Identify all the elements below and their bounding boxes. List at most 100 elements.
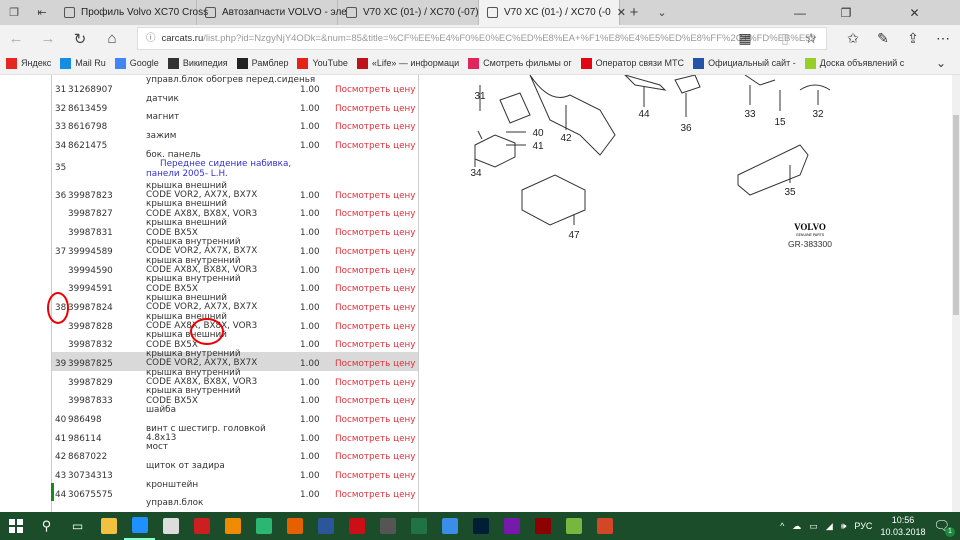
favorite-item[interactable]: Википедия	[167, 57, 228, 69]
favorite-star-icon[interactable]: ☆	[796, 25, 826, 52]
firefox-icon[interactable]	[279, 512, 310, 540]
view-price-link[interactable]: Посмотреть цену	[335, 471, 415, 481]
item-number: 39	[55, 358, 67, 369]
system-tray: ^ ☁ ▭ ◢ 🕪 РУС 10:56 10.03.2018 🗨 1	[780, 512, 960, 540]
tab-preview-chevron-icon[interactable]: ⌄	[648, 0, 676, 25]
view-price-link[interactable]: Посмотреть цену	[335, 490, 415, 500]
tab-1[interactable]: Профиль Volvo XC70 Cross	[56, 0, 208, 25]
address-bar[interactable]: ⓘ carcats.ru/list.php?id=NzgyNjY4ODk=&nu…	[137, 27, 827, 50]
word-icon[interactable]	[310, 512, 341, 540]
favorite-item[interactable]: Доска объявлений с	[804, 57, 904, 69]
item-number: 40	[55, 415, 67, 425]
view-price-link[interactable]: Посмотреть цену	[335, 228, 415, 238]
favorite-item[interactable]: Яндекс	[6, 57, 51, 69]
mail-icon[interactable]	[155, 512, 186, 540]
view-price-link[interactable]: Посмотреть цену	[335, 340, 415, 350]
qr-code-icon[interactable]: ▦	[730, 25, 760, 52]
favorite-item[interactable]: «Life» — информаци	[356, 57, 459, 69]
tab-3[interactable]: V70 XC (01-) / XC70 (-07), 2	[338, 0, 490, 25]
onenote-icon[interactable]	[496, 512, 527, 540]
view-price-link[interactable]: Посмотреть цену	[335, 122, 415, 132]
description-text: крышка внутренний	[146, 236, 241, 247]
opera-icon[interactable]	[341, 512, 372, 540]
edge-icon[interactable]	[124, 512, 155, 540]
search-icon[interactable]: ⚲	[31, 512, 62, 540]
view-price-link[interactable]: Посмотреть цену	[335, 434, 415, 444]
part-description: крышка внутренний CODE AX8X, BX8X, VOR3	[146, 368, 257, 388]
scrollbar[interactable]	[952, 75, 960, 512]
droplet-icon[interactable]	[434, 512, 465, 540]
more-menu-icon[interactable]: ⋯	[928, 25, 958, 52]
description-text: крышка внутренний	[146, 255, 241, 266]
acrobat-icon[interactable]	[186, 512, 217, 540]
show-hidden-icons[interactable]: ^	[780, 521, 784, 531]
view-price-link[interactable]: Посмотреть цену	[335, 396, 415, 406]
quantity: 1.00	[300, 321, 320, 332]
view-price-link[interactable]: Посмотреть цену	[335, 266, 415, 276]
view-price-link[interactable]: Посмотреть цену	[335, 415, 415, 425]
view-price-link[interactable]: Посмотреть цену	[335, 303, 415, 313]
tab-manager-icon[interactable]: ❐	[0, 0, 28, 25]
favorite-item[interactable]: Рамблер	[236, 57, 288, 69]
forward-button[interactable]: →	[32, 30, 64, 47]
powerpoint-icon[interactable]	[589, 512, 620, 540]
tab-2[interactable]: Автозапчасти VOLVO - эле	[197, 0, 347, 25]
view-price-link[interactable]: Посмотреть цену	[335, 359, 415, 369]
minimize-button[interactable]: —	[777, 0, 823, 25]
view-price-link[interactable]: Посмотреть цену	[335, 284, 415, 294]
volume-icon[interactable]: 🕪	[841, 521, 847, 532]
view-price-link[interactable]: Посмотреть цену	[335, 322, 415, 332]
ivi-icon	[468, 57, 480, 69]
set-aside-tabs-icon[interactable]: ⇤	[28, 0, 56, 25]
info-icon[interactable]: ⓘ	[146, 28, 156, 49]
clock[interactable]: 10:56 10.03.2018	[880, 514, 925, 538]
favorite-item[interactable]: Оператор связи МТС	[580, 57, 684, 69]
view-price-link[interactable]: Посмотреть цену	[335, 85, 415, 95]
view-price-link[interactable]: Посмотреть цену	[335, 247, 415, 257]
description-text: крышка внутренний	[146, 348, 241, 359]
explorer-icon[interactable]	[93, 512, 124, 540]
restore-button[interactable]: ❐	[823, 0, 869, 25]
view-price-link[interactable]: Посмотреть цену	[335, 191, 415, 201]
wifi-icon[interactable]: ◢	[826, 521, 833, 532]
favorite-item[interactable]: YouTube	[297, 57, 348, 69]
favorite-item[interactable]: Смотреть фильмы ог	[468, 57, 572, 69]
action-center-icon[interactable]: 🗨 1	[933, 518, 955, 537]
favorites-hub-icon[interactable]: ✩	[838, 25, 868, 52]
back-button[interactable]: ←	[0, 30, 32, 47]
photoshop-icon[interactable]	[465, 512, 496, 540]
view-price-link[interactable]: Посмотреть цену	[335, 209, 415, 219]
scrollbar-thumb[interactable]	[953, 115, 959, 315]
calculator-icon[interactable]	[372, 512, 403, 540]
share-icon[interactable]: ⇪	[898, 25, 928, 52]
item-number: 42	[55, 452, 67, 463]
view-price-link[interactable]: Посмотреть цену	[335, 141, 415, 151]
task-view-icon[interactable]: ▭	[62, 512, 93, 540]
favorite-item[interactable]: Google	[114, 57, 159, 69]
res-icon[interactable]	[527, 512, 558, 540]
view-price-link[interactable]: Посмотреть цену	[335, 104, 415, 114]
favorites-overflow-chevron-icon[interactable]: ⌄	[936, 56, 946, 70]
language-indicator[interactable]: РУС	[854, 521, 872, 531]
home-button[interactable]: ⌂	[96, 30, 128, 47]
web-note-icon[interactable]: ✎	[868, 25, 898, 52]
tab-4[interactable]: V70 XC (01-) / XC70 (-0 ✕	[479, 0, 626, 25]
favorite-item[interactable]: Официальный сайт -	[693, 57, 796, 69]
close-window-button[interactable]: ✕	[869, 0, 960, 25]
view-price-link[interactable]: Посмотреть цену	[335, 378, 415, 388]
new-tab-button[interactable]: +	[620, 0, 648, 25]
plus-app-icon[interactable]	[248, 512, 279, 540]
onedrive-icon[interactable]: ☁	[792, 521, 801, 532]
favorite-item[interactable]: Mail Ru	[60, 57, 106, 69]
excel-glyph	[410, 518, 427, 534]
utorrent-icon[interactable]	[558, 512, 589, 540]
callout-label: 33	[744, 109, 756, 120]
start-button[interactable]	[0, 512, 31, 540]
excel-icon[interactable]	[403, 512, 434, 540]
vlc-icon[interactable]	[217, 512, 248, 540]
view-price-link[interactable]: Посмотреть цену	[335, 452, 415, 462]
subgroup-link[interactable]: панели 2005- L.H.	[146, 169, 291, 180]
part-number: 39987824	[68, 302, 113, 313]
battery-icon[interactable]: ▭	[809, 521, 818, 532]
refresh-button[interactable]: ↻	[64, 30, 96, 48]
